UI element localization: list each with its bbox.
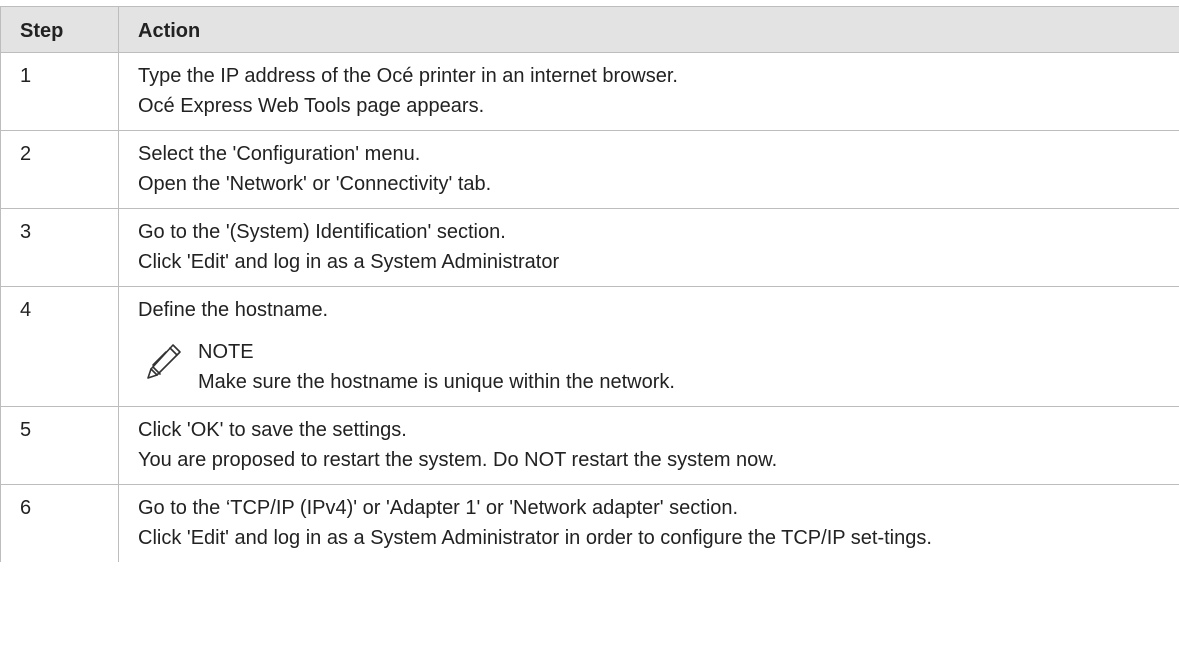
table-row: 6 Go to the ‘TCP/IP (IPv4)' or 'Adapter … (0, 484, 1179, 562)
header-action: Action (118, 6, 1179, 53)
table-row: 3 Go to the '(System) Identification' se… (0, 208, 1179, 287)
action-cell: Select the 'Configuration' menu. Open th… (118, 130, 1179, 209)
action-cell: Define the hostname. NOTE Make sure the … (118, 286, 1179, 407)
action-cell: Click 'OK' to save the settings. You are… (118, 406, 1179, 485)
table-header-row: Step Action (0, 6, 1179, 53)
step-number: 4 (0, 286, 119, 407)
step-number: 2 (0, 130, 119, 209)
action-line: Go to the '(System) Identification' sect… (138, 221, 506, 243)
table-row: 5 Click 'OK' to save the settings. You a… (0, 406, 1179, 485)
action-line: Define the hostname. (138, 299, 329, 321)
action-line: Click 'OK' to save the settings. (138, 419, 407, 441)
procedure-table: Step Action 1 Type the IP address of the… (0, 6, 1179, 562)
action-line: You are proposed to restart the system. … (138, 449, 778, 471)
action-line: Click 'Edit' and log in as a System Admi… (138, 527, 932, 549)
pencil-icon (147, 344, 181, 379)
note-text: Make sure the hostname is unique within … (198, 371, 675, 393)
header-step: Step (0, 6, 119, 53)
note-label: NOTE (198, 341, 254, 363)
action-cell: Go to the ‘TCP/IP (IPv4)' or 'Adapter 1'… (118, 484, 1179, 562)
step-number: 6 (0, 484, 119, 562)
table-row: 4 Define the hostname. NOTE Make sure th… (0, 286, 1179, 407)
action-cell: Go to the '(System) Identification' sect… (118, 208, 1179, 287)
table-row: 1 Type the IP address of the Océ printer… (0, 52, 1179, 131)
action-line: Type the IP address of the Océ printer i… (138, 65, 678, 87)
table-row: 2 Select the 'Configuration' menu. Open … (0, 130, 1179, 209)
action-line: Go to the ‘TCP/IP (IPv4)' or 'Adapter 1'… (138, 497, 739, 519)
step-number: 5 (0, 406, 119, 485)
note-block: NOTE Make sure the hostname is unique wi… (138, 337, 1179, 397)
step-number: 1 (0, 52, 119, 131)
action-line: Océ Express Web Tools page appears. (138, 95, 485, 117)
action-line: Click 'Edit' and log in as a System Admi… (138, 251, 560, 273)
step-number: 3 (0, 208, 119, 287)
action-line: Open the 'Network' or 'Connectivity' tab… (138, 173, 492, 195)
action-cell: Type the IP address of the Océ printer i… (118, 52, 1179, 131)
action-line: Select the 'Configuration' menu. (138, 143, 421, 165)
